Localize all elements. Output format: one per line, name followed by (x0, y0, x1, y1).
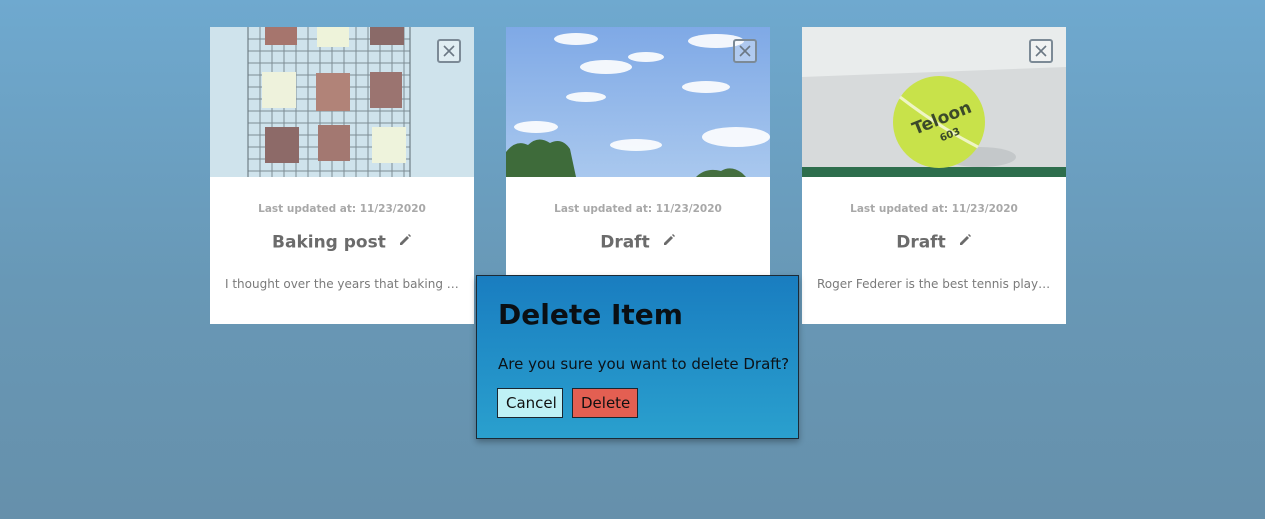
tennis-ball-photo: Teloon 603 (802, 27, 1066, 177)
close-icon (1035, 45, 1047, 57)
last-updated: Last updated at: 11/23/2020 (554, 203, 722, 215)
delete-card-button[interactable] (437, 39, 461, 63)
last-updated: Last updated at: 11/23/2020 (258, 203, 426, 215)
card-title[interactable]: Draft (600, 233, 650, 253)
baking-photo (210, 27, 474, 177)
card-excerpt: Roger Federer is the best tennis player … (817, 277, 1051, 291)
dialog-message: Are you sure you want to delete Draft? (498, 355, 790, 373)
delete-card-button[interactable] (733, 39, 757, 63)
post-card-draft-2[interactable]: Teloon 603 Last updated at: 11/23/2020 D… (802, 27, 1066, 324)
card-excerpt: I thought over the years that baking bro… (225, 277, 459, 291)
cancel-button[interactable]: Cancel (497, 388, 563, 418)
delete-card-button[interactable] (1029, 39, 1053, 63)
card-title[interactable]: Draft (896, 233, 946, 253)
close-icon (443, 45, 455, 57)
pencil-icon[interactable] (399, 233, 412, 246)
pencil-icon[interactable] (663, 233, 676, 246)
card-title[interactable]: Baking post (272, 233, 386, 253)
card-title-row: Baking post (210, 232, 474, 253)
card-title-row: Draft (802, 232, 1066, 253)
dialog-title: Delete Item (498, 298, 683, 331)
last-updated: Last updated at: 11/23/2020 (850, 203, 1018, 215)
card-title-row: Draft (506, 232, 770, 253)
delete-confirm-dialog: Delete Item Are you sure you want to del… (476, 275, 799, 439)
close-icon (739, 45, 751, 57)
pencil-icon[interactable] (959, 233, 972, 246)
delete-button[interactable]: Delete (572, 388, 638, 418)
sky-photo (506, 27, 770, 177)
post-card-baking[interactable]: Last updated at: 11/23/2020 Baking post … (210, 27, 474, 324)
